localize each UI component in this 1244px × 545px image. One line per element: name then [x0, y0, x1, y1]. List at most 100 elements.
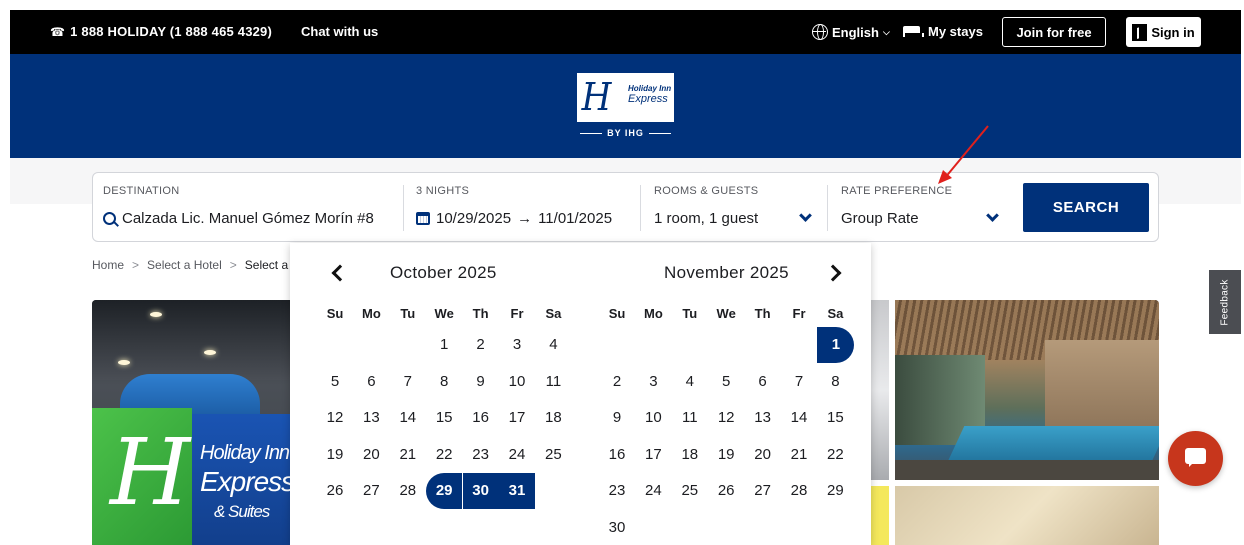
calendar-day[interactable]: 27 — [353, 473, 389, 509]
calendar-day[interactable]: 18 — [535, 400, 571, 436]
rate-preference-value: Group Rate — [841, 210, 919, 227]
calendar-day[interactable]: 16 — [599, 437, 635, 473]
hotel-photo-thumb[interactable] — [868, 300, 889, 480]
calendar-day[interactable]: 24 — [635, 473, 671, 509]
chevron-down-icon[interactable] — [986, 209, 999, 222]
calendar-day[interactable]: 24 — [499, 437, 535, 473]
weekday-header: Sa — [827, 306, 844, 321]
calendar-day[interactable]: 6 — [745, 364, 781, 400]
feedback-tab[interactable]: Feedback — [1209, 270, 1241, 334]
calendar-day[interactable]: 16 — [463, 400, 499, 436]
chevron-down-icon[interactable] — [799, 209, 812, 222]
calendar-day[interactable]: 10 — [635, 400, 671, 436]
calendar-day[interactable]: 8 — [817, 364, 853, 400]
calendar-day[interactable]: 12 — [317, 400, 353, 436]
calendar-day[interactable]: 2 — [463, 327, 499, 363]
weekday-header: Tu — [682, 306, 698, 321]
rooms-guests-label: ROOMS & GUESTS — [654, 185, 759, 197]
calendar-day[interactable]: 30 — [599, 510, 635, 545]
calendar-day[interactable]: 14 — [781, 400, 817, 436]
calendar-day[interactable]: 4 — [535, 327, 571, 363]
calendar-day[interactable]: 10 — [499, 364, 535, 400]
calendar-day[interactable]: 26 — [317, 473, 353, 509]
calendar-day[interactable]: 5 — [708, 364, 744, 400]
calendar-day[interactable]: 23 — [463, 437, 499, 473]
weekday-header: Th — [754, 306, 771, 321]
calendar-day[interactable]: 11 — [672, 400, 708, 436]
calendar-day[interactable]: 21 — [781, 437, 817, 473]
calendar-day[interactable]: 9 — [599, 400, 635, 436]
brand-logo[interactable]: H Holiday Inn Express — [577, 73, 674, 122]
calendar-day[interactable]: 7 — [390, 364, 426, 400]
hotel-photo-thumb[interactable] — [868, 486, 889, 545]
hotel-photo-room[interactable] — [895, 486, 1159, 545]
weekday-header: Mo — [644, 306, 663, 321]
calendar-day[interactable]: 7 — [781, 364, 817, 400]
calendar-day[interactable]: 20 — [353, 437, 389, 473]
top-utility-bar: ☎ 1 888 HOLIDAY (1 888 465 4329) Chat wit… — [10, 10, 1241, 54]
breadcrumb-select-hotel[interactable]: Select a Hotel — [147, 258, 222, 272]
weekday-header: Fr — [510, 306, 524, 321]
search-icon — [103, 212, 116, 225]
calendar-day[interactable]: 11 — [535, 364, 571, 400]
chat-button[interactable] — [1168, 431, 1223, 486]
calendar-day[interactable]: 17 — [635, 437, 671, 473]
calendar-day[interactable]: 30 — [462, 473, 499, 510]
checkout-date: 11/01/2025 — [538, 210, 613, 227]
calendar-day[interactable]: 21 — [390, 437, 426, 473]
calendar-day[interactable]: 12 — [708, 400, 744, 436]
calendar-day[interactable]: 19 — [708, 437, 744, 473]
calendar-day[interactable]: 27 — [745, 473, 781, 509]
calendar-day[interactable]: 9 — [463, 364, 499, 400]
my-stays-link[interactable]: My stays — [903, 24, 983, 39]
next-month-icon[interactable] — [824, 264, 842, 282]
calendar-day[interactable]: 19 — [317, 437, 353, 473]
calendar-day[interactable]: 8 — [426, 364, 462, 400]
calendar-day[interactable]: 20 — [745, 437, 781, 473]
calendar-day[interactable]: 3 — [499, 327, 535, 363]
search-button[interactable]: SEARCH — [1023, 183, 1149, 232]
calendar-day[interactable]: 13 — [745, 400, 781, 436]
destination-field[interactable]: DESTINATION Calzada Lic. Manuel Gómez Mo… — [103, 173, 393, 241]
calendar-day[interactable]: 28 — [781, 473, 817, 509]
calendar-day[interactable]: 15 — [426, 400, 462, 436]
calendar-day[interactable]: 22 — [426, 437, 462, 473]
calendar-day[interactable]: 31 — [499, 473, 535, 510]
calendar-day[interactable]: 1 — [817, 327, 855, 363]
calendar-day[interactable]: 4 — [672, 364, 708, 400]
calendar-day[interactable]: 25 — [535, 437, 571, 473]
calendar-day[interactable]: 29 — [817, 473, 853, 509]
calendar-day[interactable]: 26 — [708, 473, 744, 509]
calendar-day[interactable]: 6 — [353, 364, 389, 400]
language-selector[interactable]: English ⌵ — [812, 24, 890, 40]
calendar-day[interactable]: 5 — [317, 364, 353, 400]
hotel-photo-main[interactable]: H Holiday Inn Express & Suites — [92, 300, 292, 545]
calendar-day[interactable]: 22 — [817, 437, 853, 473]
breadcrumb-home[interactable]: Home — [92, 258, 124, 272]
sign-in-button[interactable]: Sign in — [1126, 17, 1201, 47]
phone-link[interactable]: ☎ 1 888 HOLIDAY (1 888 465 4329) — [50, 24, 272, 39]
calendar-day[interactable]: 18 — [672, 437, 708, 473]
calendar-day[interactable]: 2 — [599, 364, 635, 400]
calendar-day[interactable]: 1 — [426, 327, 462, 363]
chat-link[interactable]: Chat with us — [301, 24, 378, 39]
calendar-day[interactable]: 29 — [426, 473, 463, 510]
prev-month-icon[interactable] — [331, 264, 349, 282]
rooms-guests-field[interactable]: ROOMS & GUESTS 1 room, 1 guest — [654, 173, 824, 241]
calendar-day[interactable]: 25 — [672, 473, 708, 509]
destination-input[interactable]: Calzada Lic. Manuel Gómez Morín #8 — [122, 210, 378, 227]
calendar-day[interactable]: 28 — [390, 473, 426, 509]
calendar-day[interactable]: 3 — [635, 364, 671, 400]
calendar-day[interactable]: 14 — [390, 400, 426, 436]
calendar-day[interactable]: 15 — [817, 400, 853, 436]
weekday-header: We — [434, 306, 454, 321]
rate-preference-label: RATE PREFERENCE — [841, 185, 953, 197]
phone-icon: ☎ — [50, 25, 66, 39]
phone-number: 1 888 HOLIDAY (1 888 465 4329) — [70, 24, 273, 39]
dates-field[interactable]: 3 NIGHTS 10/29/2025 → 11/01/2025 — [416, 173, 636, 241]
calendar-day[interactable]: 13 — [353, 400, 389, 436]
calendar-day[interactable]: 17 — [499, 400, 535, 436]
join-button[interactable]: Join for free — [1002, 17, 1106, 47]
hotel-photo-pool[interactable] — [895, 300, 1159, 480]
calendar-day[interactable]: 23 — [599, 473, 635, 509]
